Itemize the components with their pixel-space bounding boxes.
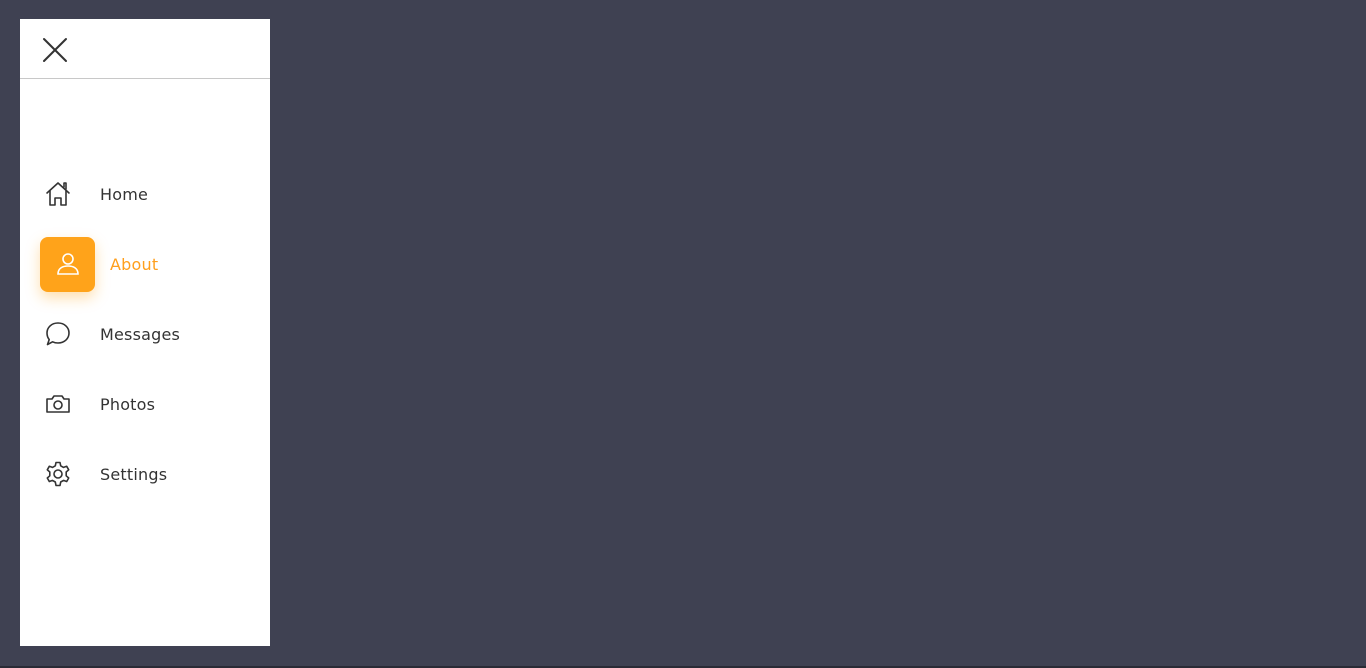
close-icon (42, 37, 68, 63)
sidebar: Home About Messages Photos Settings (20, 19, 270, 646)
close-button[interactable] (40, 35, 70, 65)
home-icon (40, 176, 76, 212)
sidebar-item-about[interactable]: About (20, 229, 270, 299)
sidebar-item-settings[interactable]: Settings (20, 439, 270, 509)
sidebar-item-label: Messages (100, 324, 181, 344)
user-icon (40, 236, 95, 292)
sidebar-nav: Home About Messages Photos Settings (20, 159, 270, 509)
sidebar-item-messages[interactable]: Messages (20, 299, 270, 369)
chat-bubble-icon (40, 316, 76, 352)
sidebar-item-label: About (110, 254, 159, 274)
sidebar-item-photos[interactable]: Photos (20, 369, 270, 439)
gear-icon (40, 456, 76, 492)
sidebar-item-label: Photos (100, 394, 156, 414)
camera-icon (40, 386, 76, 422)
sidebar-item-label: Settings (100, 464, 168, 484)
page: Home About Messages Photos Settings (0, 0, 1366, 668)
sidebar-item-home[interactable]: Home (20, 159, 270, 229)
sidebar-item-label: Home (100, 184, 149, 204)
sidebar-header (20, 19, 270, 79)
